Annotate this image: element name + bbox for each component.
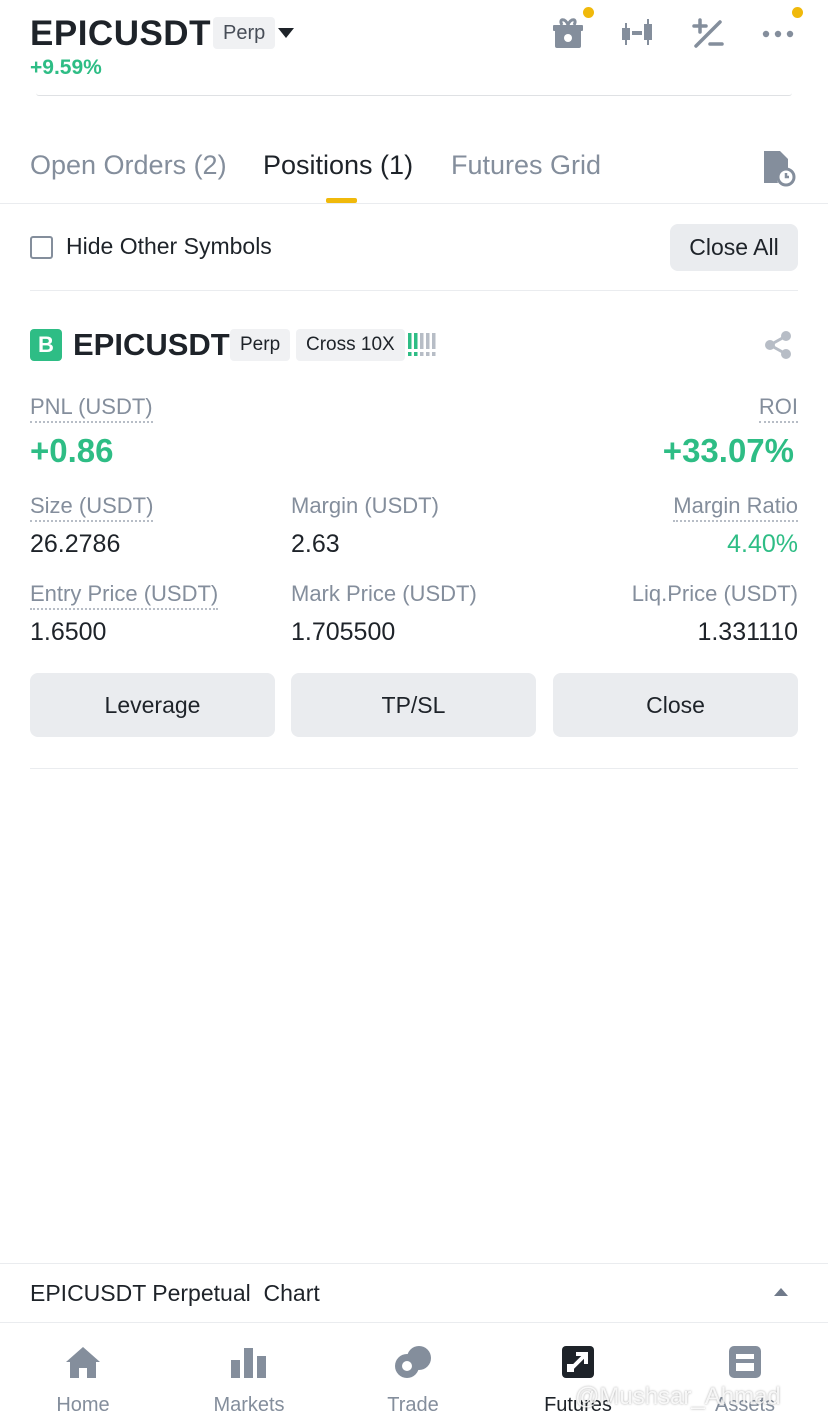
chevron-up-icon[interactable] [774, 1288, 788, 1296]
markets-icon [231, 1348, 266, 1378]
price-change: +9.59% [30, 56, 102, 79]
symbol-dropdown-icon[interactable] [278, 28, 294, 38]
hide-other-symbols-checkbox[interactable] [30, 236, 53, 259]
hide-other-symbols-label[interactable]: Hide Other Symbols [66, 233, 272, 260]
margin-ratio-value: 4.40% [727, 530, 798, 558]
margin-value: 2.63 [291, 530, 340, 558]
plus-minus-icon[interactable] [688, 14, 728, 54]
tpsl-button[interactable]: TP/SL [291, 673, 536, 737]
symbol-title[interactable]: EPICUSDT [30, 14, 211, 54]
assets-icon [729, 1346, 761, 1378]
gift-notification-dot [583, 7, 594, 18]
order-tabs: Open Orders (2) Positions (1) Futures Gr… [0, 140, 828, 204]
margin-mode-badge[interactable]: Cross 10X [296, 329, 405, 361]
liq-price-label: Liq.Price (USDT) [631, 581, 798, 606]
side-badge: B [30, 329, 62, 361]
position-filter-row: Hide Other Symbols Close All [30, 223, 798, 291]
mark-price-label: Mark Price (USDT) [291, 581, 477, 606]
nav-markets[interactable]: Markets [179, 1324, 319, 1421]
header-divider [36, 93, 792, 96]
trade-icon [395, 1346, 431, 1378]
leverage-button[interactable]: Leverage [30, 673, 275, 737]
more-icon[interactable] [758, 14, 798, 54]
mark-price-value: 1.705500 [291, 618, 396, 646]
liq-price-value: 1.331110 [697, 618, 798, 646]
nav-markets-label: Markets [213, 1394, 285, 1416]
size-value: 26.2786 [30, 530, 121, 558]
roi-label[interactable]: ROI [758, 394, 798, 423]
nav-trade-label: Trade [387, 1394, 439, 1416]
pnl-value: +0.86 [30, 432, 114, 469]
nav-home-label: Home [56, 1394, 110, 1416]
chart-toggle-label: EPICUSDT Perpetual Chart [30, 1280, 320, 1306]
margin-label: Margin (USDT) [291, 493, 439, 518]
entry-price-value: 1.6500 [30, 618, 107, 646]
candlestick-icon[interactable] [618, 14, 658, 54]
order-history-icon[interactable] [760, 147, 796, 187]
chart-toggle-bar[interactable]: EPICUSDT Perpetual Chart [0, 1263, 828, 1323]
tab-futures-grid[interactable]: Futures Grid [451, 150, 601, 181]
pnl-label[interactable]: PNL (USDT) [30, 394, 153, 423]
close-all-button[interactable]: Close All [670, 224, 798, 271]
nav-trade[interactable]: Trade [343, 1324, 483, 1421]
roi-value: +33.07% [662, 432, 794, 469]
position-header: B EPICUSDT Perp Cross 10X [30, 327, 798, 367]
entry-price-label[interactable]: Entry Price (USDT) [30, 581, 219, 610]
contract-type-badge: Perp [213, 17, 276, 49]
tab-open-orders[interactable]: Open Orders (2) [30, 150, 227, 181]
gift-icon[interactable] [548, 14, 588, 54]
home-icon [66, 1347, 100, 1378]
position-divider [30, 768, 798, 769]
top-header: EPICUSDT Perp +9.59% [0, 0, 828, 100]
adl-indicator-icon [408, 333, 436, 356]
futures-icon [562, 1346, 594, 1378]
watermark: @Mushsar_Ahmad [575, 1383, 781, 1410]
more-notification-dot [792, 7, 803, 18]
close-position-button[interactable]: Close [553, 673, 798, 737]
position-contract-badge: Perp [230, 329, 291, 361]
position-symbol[interactable]: EPICUSDT [73, 327, 230, 363]
margin-ratio-label[interactable]: Margin Ratio [673, 493, 798, 522]
size-label[interactable]: Size (USDT) [30, 493, 154, 522]
nav-home[interactable]: Home [13, 1324, 153, 1421]
active-tab-indicator [326, 198, 357, 203]
tab-positions[interactable]: Positions (1) [263, 150, 413, 181]
share-icon[interactable] [762, 329, 794, 361]
